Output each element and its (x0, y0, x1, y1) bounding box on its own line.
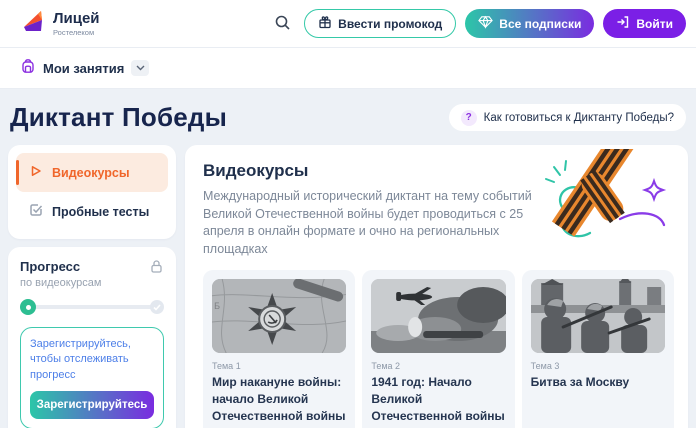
my-classes-label: Мои занятия (43, 61, 124, 76)
search-button[interactable] (270, 10, 295, 38)
progress-track (22, 305, 162, 309)
logo-icon (20, 8, 46, 39)
svg-text:Б: Б (214, 301, 220, 311)
gem-icon (478, 15, 493, 32)
sidebar-item-videocourses[interactable]: Видеокурсы (16, 153, 168, 192)
register-button[interactable]: Зарегистрируйтесь (30, 391, 154, 419)
page-root: Лицей Ростелеком Ввести про (0, 0, 696, 428)
progress-subtitle: по видеокурсам (20, 277, 101, 289)
sidebar: Видеокурсы Пробные тесты Прогресс (8, 145, 176, 428)
topic-thumbnail-moscow-battle (531, 279, 665, 353)
topic-title: 1941 год: Начало Великой Отечественной в… (371, 374, 505, 428)
all-subscriptions-button[interactable]: Все подписки (465, 9, 594, 38)
register-note: Зарегистрируйтесь, чтобы отслеживать про… (30, 337, 154, 383)
page-title-row: Диктант Победы ? Как готовиться к Диктан… (0, 89, 696, 145)
topic-card-2[interactable]: Тема 2 1941 год: Начало Великой Отечеств… (362, 270, 514, 428)
progress-title: Прогресс (20, 259, 101, 274)
progress-end-check-icon (150, 300, 164, 314)
content-columns: Видеокурсы Пробные тесты Прогресс (0, 145, 696, 428)
progress-header: Прогресс по видеокурсам (20, 259, 164, 289)
backpack-icon (20, 58, 36, 79)
topic-card-3[interactable]: Тема 3 Битва за Москву (522, 270, 674, 428)
topic-title: Мир накануне войны: начало Великой Отече… (212, 374, 346, 425)
gift-icon (318, 15, 332, 32)
videocourses-panel: Видеокурсы Международный исторический ди… (185, 145, 688, 428)
chevron-down-icon (131, 60, 149, 76)
topic-thumbnail-order-star: Б (212, 279, 346, 353)
topics-grid: Б Тема 1 Мир накануне войны: начало Вели… (203, 270, 674, 428)
header-actions: Ввести промокод Все подписки Войти (270, 9, 686, 38)
register-prompt-box: Зарегистрируйтесь, чтобы отслеживать про… (20, 327, 164, 428)
lock-icon (149, 259, 164, 279)
subheader: Мои занятия (0, 48, 696, 89)
logo-subtitle: Ростелеком (53, 28, 100, 37)
top-header: Лицей Ростелеком Ввести про (0, 0, 696, 48)
promo-code-button[interactable]: Ввести промокод (304, 9, 456, 38)
logo-text: Лицей Ростелеком (53, 11, 100, 37)
progress-handle[interactable] (20, 299, 36, 315)
play-icon (29, 164, 43, 181)
search-icon (274, 14, 291, 34)
help-link[interactable]: ? Как готовиться к Диктанту Победы? (449, 104, 686, 131)
login-icon (616, 15, 630, 32)
logo[interactable]: Лицей Ростелеком (20, 8, 100, 39)
section-title: Видеокурсы (203, 161, 674, 181)
progress-slider[interactable] (20, 299, 164, 315)
topic-card-1[interactable]: Б Тема 1 Мир накануне войны: начало Вели… (203, 270, 355, 428)
login-label: Войти (636, 17, 673, 31)
topic-tag: Тема 3 (531, 361, 665, 371)
topic-thumbnail-plane-attack (371, 279, 505, 353)
topic-title: Битва за Москву (531, 374, 665, 391)
page-title: Диктант Победы (10, 102, 227, 133)
help-link-label: Как готовиться к Диктанту Победы? (484, 112, 674, 124)
sidebar-nav-card: Видеокурсы Пробные тесты (8, 145, 176, 239)
sidebar-item-label: Пробные тесты (52, 205, 149, 219)
logo-title: Лицей (53, 11, 100, 26)
topic-tag: Тема 1 (212, 361, 346, 371)
promo-code-label: Ввести промокод (338, 17, 442, 31)
progress-card: Прогресс по видеокурсам (8, 247, 176, 428)
sidebar-item-label: Видеокурсы (52, 166, 130, 180)
section-description: Международный исторический диктант на те… (203, 188, 565, 258)
checkbox-check-icon (29, 203, 43, 220)
login-button[interactable]: Войти (603, 9, 686, 38)
my-classes-menu[interactable]: Мои занятия (20, 58, 149, 79)
question-mark-icon: ? (461, 110, 477, 126)
all-subscriptions-label: Все подписки (499, 17, 581, 31)
sidebar-item-trial-tests[interactable]: Пробные тесты (16, 192, 168, 231)
topic-tag: Тема 2 (371, 361, 505, 371)
